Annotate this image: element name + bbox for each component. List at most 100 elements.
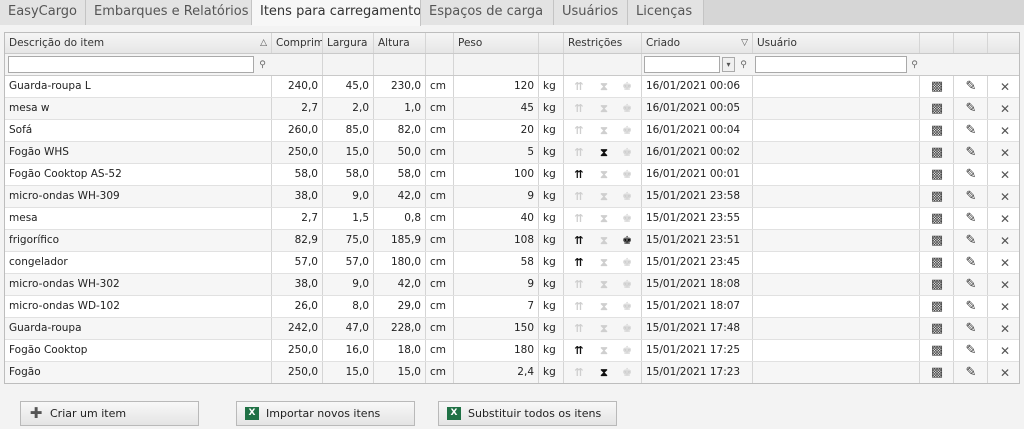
delete-x-icon[interactable]: ✕ (997, 189, 1013, 205)
delete-x-icon[interactable]: ✕ (997, 211, 1013, 227)
tab-licencas[interactable]: Licenças (628, 0, 704, 25)
package-icon[interactable]: ▩ (929, 233, 945, 249)
col-header-width[interactable]: Largura (323, 33, 374, 53)
table-row[interactable]: Fogão Cooktop 250,0 16,0 18,0 cm 180 kg ⇈ ⧗ ♚ 15/0… (5, 340, 1019, 362)
edit-pencil-icon[interactable]: ✎ (963, 101, 979, 117)
delete-x-icon[interactable]: ✕ (997, 299, 1013, 315)
table-row[interactable]: frigorífico 82,9 75,0 185,9 cm 108 kg ⇈ ⧗ ♚ 15/01/… (5, 230, 1019, 252)
tab-espacos-carga[interactable]: Espaços de carga (421, 0, 554, 25)
col-header-description[interactable]: Descrição do item △ (5, 33, 272, 53)
package-icon[interactable]: ▩ (929, 211, 945, 227)
item-weight: 108 (454, 230, 539, 251)
package-icon[interactable]: ▩ (929, 321, 945, 337)
delete-x-icon[interactable]: ✕ (997, 277, 1013, 293)
package-icon[interactable]: ▩ (929, 343, 945, 359)
item-description: mesa w (5, 98, 272, 119)
user-filter-input[interactable] (755, 56, 907, 73)
edit-pencil-icon[interactable]: ✎ (963, 299, 979, 315)
table-row[interactable]: Fogão WHS 250,0 15,0 50,0 cm 5 kg ⇈ ⧗ ♚ 16/01/2021… (5, 142, 1019, 164)
package-icon[interactable]: ▩ (929, 299, 945, 315)
edit-pencil-icon[interactable]: ✎ (963, 277, 979, 293)
table-row[interactable]: Fogão Cooktop AS-52 58,0 58,0 58,0 cm 100 kg ⇈ ⧗… (5, 164, 1019, 186)
table-row[interactable]: Guarda-roupa L 240,0 45,0 230,0 cm 120 kg ⇈ ⧗ ♚ 16… (5, 76, 1019, 98)
delete-x-icon[interactable]: ✕ (997, 233, 1013, 249)
item-restrictions: ⇈ ⧗ ♚ (564, 230, 642, 251)
item-length: 250,0 (272, 362, 323, 383)
filter-pin-icon[interactable]: ⚲ (738, 59, 749, 71)
row-action-cell: ✕ (988, 208, 1019, 229)
item-user (753, 208, 920, 229)
tab-itens-carregamento[interactable]: Itens para carregamento (252, 0, 421, 26)
tab-embarques-relatorios[interactable]: Embarques e Relatórios (86, 0, 252, 25)
edit-pencil-icon[interactable]: ✎ (963, 189, 979, 205)
col-header-created[interactable]: Criado ▽ (642, 33, 753, 53)
no-stacking-icon: ⧗ (600, 80, 608, 93)
col-header-restrictions[interactable]: Restrições (564, 33, 642, 53)
no-stacking-icon: ⧗ (600, 344, 608, 357)
delete-x-icon[interactable]: ✕ (997, 343, 1013, 359)
item-length: 82,9 (272, 230, 323, 251)
import-items-button[interactable]: X Importar novos itens (236, 401, 415, 426)
package-icon[interactable]: ▩ (929, 101, 945, 117)
chevron-down-icon[interactable]: ▾ (722, 57, 735, 72)
edit-pencil-icon[interactable]: ✎ (963, 365, 979, 381)
package-icon[interactable]: ▩ (929, 365, 945, 381)
delete-x-icon[interactable]: ✕ (997, 123, 1013, 139)
table-row[interactable]: mesa 2,7 1,5 0,8 cm 40 kg ⇈ ⧗ ♚ 15/01/2021 23:55 ▩ ✎… (5, 208, 1019, 230)
table-row[interactable]: micro-ondas WD-102 26,0 8,0 29,0 cm 7 kg ⇈ ⧗ ♚ 15/… (5, 296, 1019, 318)
item-unit: cm (426, 296, 454, 317)
this-side-up-icon: ⇈ (574, 212, 584, 225)
table-row[interactable]: Guarda-roupa 242,0 47,0 228,0 cm 150 kg ⇈ ⧗ ♚ 15/0… (5, 318, 1019, 340)
item-created: 16/01/2021 00:01 (642, 164, 753, 185)
edit-pencil-icon[interactable]: ✎ (963, 145, 979, 161)
tab-usuarios[interactable]: Usuários (554, 0, 628, 25)
row-action-cell: ✎ (954, 362, 988, 383)
col-header-height[interactable]: Altura (374, 33, 426, 53)
created-filter-input[interactable] (644, 56, 720, 73)
package-icon[interactable]: ▩ (929, 277, 945, 293)
table-row[interactable]: congelador 57,0 57,0 180,0 cm 58 kg ⇈ ⧗ ♚ 15/01/20… (5, 252, 1019, 274)
edit-pencil-icon[interactable]: ✎ (963, 211, 979, 227)
delete-x-icon[interactable]: ✕ (997, 79, 1013, 95)
delete-x-icon[interactable]: ✕ (997, 101, 1013, 117)
create-item-button[interactable]: ✚ Criar um item (20, 401, 199, 426)
package-icon[interactable]: ▩ (929, 123, 945, 139)
description-filter-input[interactable] (8, 56, 254, 73)
col-header-weight[interactable]: Peso (454, 33, 539, 53)
edit-pencil-icon[interactable]: ✎ (963, 167, 979, 183)
table-row[interactable]: Sofá 260,0 85,0 82,0 cm 20 kg ⇈ ⧗ ♚ 16/01/2021 00:… (5, 120, 1019, 142)
filter-pin-icon[interactable]: ⚲ (909, 59, 920, 71)
delete-x-icon[interactable]: ✕ (997, 167, 1013, 183)
delete-x-icon[interactable]: ✕ (997, 255, 1013, 271)
edit-pencil-icon[interactable]: ✎ (963, 233, 979, 249)
row-action-cell: ✕ (988, 164, 1019, 185)
col-header-length[interactable]: Comprimento (272, 33, 323, 53)
package-icon[interactable]: ▩ (929, 189, 945, 205)
table-row[interactable]: mesa w 2,7 2,0 1,0 cm 45 kg ⇈ ⧗ ♚ 16/01/2021 00:05… (5, 98, 1019, 120)
edit-pencil-icon[interactable]: ✎ (963, 79, 979, 95)
package-icon[interactable]: ▩ (929, 145, 945, 161)
replace-all-items-button[interactable]: X Substituir todos os itens (438, 401, 617, 426)
edit-pencil-icon[interactable]: ✎ (963, 321, 979, 337)
filter-pin-icon[interactable]: ⚲ (257, 59, 268, 71)
col-header-user[interactable]: Usuário (753, 33, 920, 53)
package-icon[interactable]: ▩ (929, 255, 945, 271)
row-action-cell: ✎ (954, 142, 988, 163)
item-created: 15/01/2021 23:58 (642, 186, 753, 207)
tab-easycargo[interactable]: EasyCargo (0, 0, 86, 25)
table-row[interactable]: micro-ondas WH-302 38,0 9,0 42,0 cm 9 kg ⇈ ⧗ ♚ 15/… (5, 274, 1019, 296)
item-restrictions: ⇈ ⧗ ♚ (564, 296, 642, 317)
table-row[interactable]: Fogão 250,0 15,0 15,0 cm 2,4 kg ⇈ ⧗ ♚ 15/01/2021 1… (5, 362, 1019, 383)
item-description: frigorífico (5, 230, 272, 251)
edit-pencil-icon[interactable]: ✎ (963, 255, 979, 271)
item-weight-unit: kg (539, 252, 564, 273)
delete-x-icon[interactable]: ✕ (997, 145, 1013, 161)
delete-x-icon[interactable]: ✕ (997, 365, 1013, 381)
edit-pencil-icon[interactable]: ✎ (963, 123, 979, 139)
package-icon[interactable]: ▩ (929, 79, 945, 95)
table-row[interactable]: micro-ondas WH-309 38,0 9,0 42,0 cm 9 kg ⇈ ⧗ ♚ 15/… (5, 186, 1019, 208)
edit-pencil-icon[interactable]: ✎ (963, 343, 979, 359)
package-icon[interactable]: ▩ (929, 167, 945, 183)
delete-x-icon[interactable]: ✕ (997, 321, 1013, 337)
col-header-action-3 (988, 33, 1019, 53)
